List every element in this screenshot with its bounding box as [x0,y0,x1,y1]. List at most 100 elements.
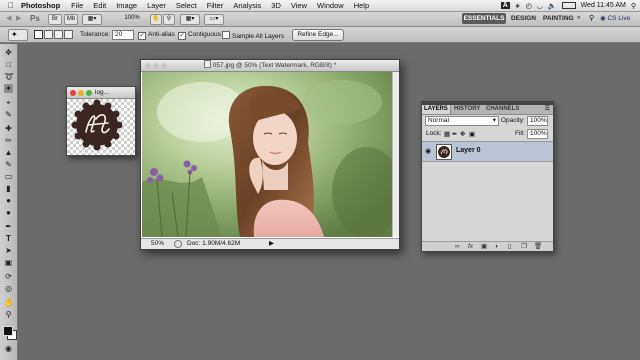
spotlight-icon[interactable]: ⚲ [631,2,636,10]
contiguous-checkbox[interactable]: ✓ Contiguous [178,31,221,40]
lasso-tool-icon[interactable]: ➰ [4,72,14,81]
menu-photoshop[interactable]: Photoshop [21,1,60,10]
menu-help[interactable]: Help [354,1,369,10]
pen-tool-icon[interactable]: ✒ [4,222,13,231]
back-arrow-icon[interactable]: ◀ [6,14,11,22]
menubar-clock[interactable]: Wed 11:45 AM [581,2,626,9]
brush-tool-icon[interactable]: ✏ [4,136,13,145]
marquee-tool-icon[interactable]: □ [4,60,13,69]
view-extras-button[interactable]: ▦▾ [82,14,102,25]
zoom-level-select[interactable]: 100% [120,14,144,23]
menu-view[interactable]: View [291,1,307,10]
time-machine-icon[interactable]: ◴ [526,2,532,10]
launch-bridge-button[interactable]: Br [48,14,62,25]
quick-mask-icon[interactable]: ◉ [4,344,13,353]
lock-position-icon[interactable]: ✥ [460,130,465,138]
layer-row[interactable]: ◉ Layer 0 [422,141,553,162]
new-group-icon[interactable]: ▯ [508,243,512,250]
adjustment-layer-icon[interactable]: ◑ [494,243,498,250]
panel-menu-icon[interactable]: ☰ [545,105,550,114]
trash-icon[interactable]: 🗑 [534,243,542,250]
new-selection-button[interactable] [34,30,43,39]
tolerance-input[interactable]: 20 [112,30,134,40]
blend-mode-select[interactable]: Normal ▾ [425,116,499,126]
lock-transparency-icon[interactable]: ▦ [444,130,450,138]
menu-layer[interactable]: Layer [147,1,166,10]
menu-3d[interactable]: 3D [271,1,281,10]
layer-thumbnail[interactable] [436,144,452,160]
mini-bridge-button[interactable]: Mb [64,14,78,25]
shape-tool-icon[interactable]: ▣ [4,258,13,267]
logo-canvas[interactable] [67,99,135,155]
minimize-icon[interactable] [78,89,84,96]
anti-alias-checkbox[interactable]: ✓ Anti-alias [138,31,175,40]
zoom-tool-icon[interactable]: ⚲ [4,310,13,319]
menu-file[interactable]: File [71,1,83,10]
tool-preset-picker[interactable]: ✦ [8,29,28,41]
path-selection-tool-icon[interactable]: ➤ [4,246,13,255]
intersect-selection-button[interactable] [64,30,73,39]
workspace-design-button[interactable]: DESIGN [511,15,536,22]
tab-channels[interactable]: CHANNELS [484,105,521,114]
eyedropper-tool-icon[interactable]: ✎ [4,110,13,119]
status-info-icon[interactable] [174,240,182,248]
search-icon[interactable]: ⚲ [589,14,594,22]
cs-live-button[interactable]: ◉ CS Live [600,14,630,22]
close-icon[interactable] [145,62,151,69]
forward-arrow-icon[interactable]: ▶ [16,14,21,22]
3d-rotate-tool-icon[interactable]: ⟳ [4,272,13,281]
opacity-input[interactable]: 100% [527,116,548,126]
menu-image[interactable]: Image [116,1,137,10]
zoom-window-icon[interactable] [86,89,92,96]
foreground-color-swatch[interactable] [3,326,13,336]
subtract-from-selection-button[interactable] [54,30,63,39]
add-mask-icon[interactable]: ▣ [481,243,487,250]
menu-filter[interactable]: Filter [207,1,224,10]
tab-layers[interactable]: LAYERS [422,105,451,114]
eraser-tool-icon[interactable]: ▭ [4,172,13,181]
volume-icon[interactable]: 🔈 [548,2,557,10]
adobe-icon[interactable]: A [500,2,510,9]
zoom-percentage-field[interactable]: 50% [151,239,164,249]
menu-analysis[interactable]: Analysis [233,1,261,10]
arrange-documents-button[interactable]: ▦▾ [180,14,200,25]
add-to-selection-button[interactable] [44,30,53,39]
apple-menu-icon[interactable]:  [4,1,18,10]
blur-tool-icon[interactable]: ● [4,196,13,205]
workspace-more-button[interactable]: » [577,15,580,21]
logo-window-titlebar[interactable]: log... [67,87,135,99]
healing-brush-tool-icon[interactable]: ✚ [4,124,13,133]
workspace-essentials-button[interactable]: ESSENTIALS [462,13,506,24]
magic-wand-tool-icon[interactable]: ✦ [4,84,13,93]
type-tool-icon[interactable]: T [4,234,13,243]
workspace-painting-button[interactable]: PAINTING [543,15,574,22]
lock-all-icon[interactable]: ▣ [469,130,475,138]
zoom-window-icon[interactable] [161,62,167,69]
clone-stamp-tool-icon[interactable]: ▲ [4,148,13,157]
layer-name[interactable]: Layer 0 [456,147,481,154]
layer-style-fx-icon[interactable]: fx [468,243,473,250]
visibility-eye-icon[interactable]: ◉ [425,147,431,155]
close-icon[interactable] [70,89,76,96]
sample-all-layers-checkbox[interactable]: Sample All Layers [222,31,284,40]
3d-orbit-tool-icon[interactable]: ◎ [4,284,13,293]
new-layer-icon[interactable]: ❐ [521,243,527,250]
history-brush-tool-icon[interactable]: ✎ [4,160,13,169]
battery-icon[interactable] [561,2,576,9]
status-menu-arrow-icon[interactable]: ▶ [269,239,274,249]
link-layers-icon[interactable]: ∞ [455,243,460,250]
hand-tool-button[interactable]: ✋ [150,14,162,25]
document-titlebar[interactable]: 057.jpg @ 50% (Text Watermark, RGB/8) * [141,60,399,72]
wifi-icon[interactable]: ◡ [537,2,543,10]
menu-edit[interactable]: Edit [93,1,106,10]
screen-mode-button[interactable]: ▭▾ [204,14,224,25]
vertical-scrollbar[interactable] [392,72,399,237]
minimize-icon[interactable] [153,62,159,69]
zoom-tool-button[interactable]: ⚲ [163,14,175,25]
refine-edge-button[interactable]: Refine Edge... [292,29,344,41]
menu-select[interactable]: Select [176,1,197,10]
image-canvas[interactable] [142,72,392,237]
move-tool-icon[interactable]: ✥ [4,48,13,57]
document-size-info[interactable]: Doc: 1.90M/4.62M [187,239,240,249]
tab-history[interactable]: HISTORY [452,105,482,114]
